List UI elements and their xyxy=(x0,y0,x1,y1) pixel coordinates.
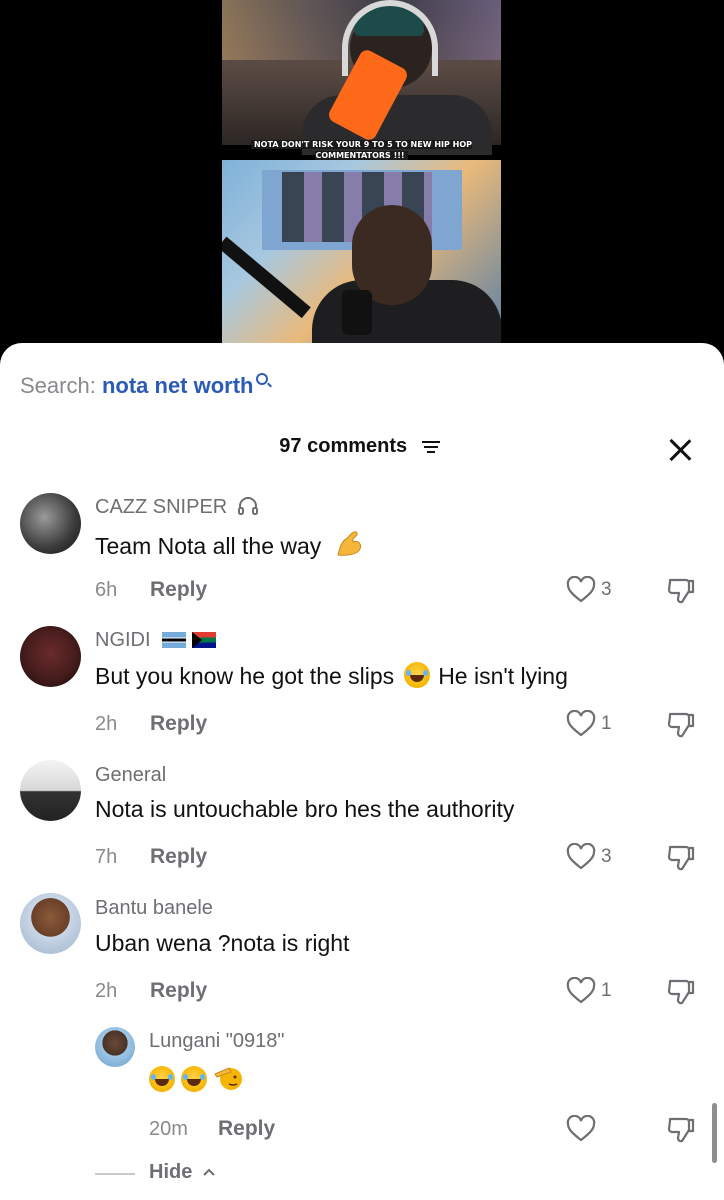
like-button[interactable]: 3 xyxy=(566,576,626,606)
reply-button[interactable]: Reply xyxy=(150,845,207,869)
reply-button[interactable]: Reply xyxy=(150,712,207,736)
comment-text: Team Nota all the way xyxy=(95,529,364,560)
filter-icon[interactable] xyxy=(421,440,440,454)
comment-time: 2h xyxy=(95,713,118,735)
like-button[interactable]: 1 xyxy=(566,977,626,1007)
comment-username[interactable]: NGIDI xyxy=(95,629,216,652)
reply-button[interactable]: Reply xyxy=(150,979,207,1003)
comment-text: But you know he got the slips He isn't ly… xyxy=(95,662,568,689)
reply-username[interactable]: Lungani "0918" xyxy=(149,1030,284,1053)
saluting-face-emoji xyxy=(214,1067,242,1090)
video-thumbnail[interactable]: NOTA DON'T RISK YOUR 9 TO 5 TO NEW HIP H… xyxy=(222,0,501,345)
heart-icon xyxy=(566,576,596,603)
avatar[interactable] xyxy=(95,1027,135,1067)
comments-sheet: Search: nota net worth 97 comments CAZZ … xyxy=(0,343,724,1200)
like-count: 1 xyxy=(601,980,612,1001)
tears-of-joy-emoji xyxy=(404,662,431,688)
dislike-icon[interactable] xyxy=(666,710,696,740)
reply-time: 20m xyxy=(149,1118,188,1140)
avatar[interactable] xyxy=(20,893,81,954)
avatar[interactable] xyxy=(20,760,81,821)
heart-icon xyxy=(566,843,596,870)
dislike-icon[interactable] xyxy=(666,977,696,1007)
like-button[interactable]: 3 xyxy=(566,843,626,873)
like-count: 1 xyxy=(601,713,612,734)
video-caption: NOTA DON'T RISK YOUR 9 TO 5 TO NEW HIP H… xyxy=(234,139,489,161)
chevron-up-icon xyxy=(203,1168,215,1176)
heart-icon xyxy=(566,1115,596,1142)
dislike-icon[interactable] xyxy=(666,1115,696,1145)
comment-text: Nota is untouchable bro hes the authorit… xyxy=(95,796,515,822)
avatar[interactable] xyxy=(20,493,81,554)
scrollbar[interactable] xyxy=(712,1103,717,1163)
tears-of-joy-emoji xyxy=(181,1066,207,1092)
like-button[interactable]: 1 xyxy=(566,710,626,740)
comment-time: 2h xyxy=(95,980,118,1002)
reply-text xyxy=(146,1064,243,1094)
avatar[interactable] xyxy=(20,626,81,687)
dislike-icon[interactable] xyxy=(666,843,696,873)
like-count: 3 xyxy=(601,846,612,867)
reply-button[interactable]: Reply xyxy=(218,1117,275,1141)
video-frame-bottom xyxy=(222,160,501,345)
video-frame-top xyxy=(222,0,501,155)
headphones-icon xyxy=(237,497,258,515)
comment-count: 97 comments xyxy=(279,435,408,457)
search-icon[interactable] xyxy=(255,373,268,385)
comment-text: Uban wena ?nota is right xyxy=(95,930,350,956)
comment-username[interactable]: General xyxy=(95,764,166,787)
comment-time: 6h xyxy=(95,579,118,601)
south-africa-flag-icon xyxy=(191,632,216,648)
comment-time: 7h xyxy=(95,846,118,868)
flexed-biceps-emoji xyxy=(337,531,361,556)
dislike-icon[interactable] xyxy=(666,576,696,606)
heart-icon xyxy=(566,977,596,1004)
tears-of-joy-emoji xyxy=(149,1066,175,1092)
heart-icon xyxy=(566,710,596,737)
botswana-flag-icon xyxy=(162,632,187,648)
comments-header: 97 comments xyxy=(0,435,724,465)
comment-username[interactable]: Bantu banele xyxy=(95,897,213,920)
reply-button[interactable]: Reply xyxy=(150,578,207,602)
search-query[interactable]: nota net worth xyxy=(102,373,254,398)
like-count: 3 xyxy=(601,579,612,600)
microphone xyxy=(342,290,372,335)
comment-username[interactable]: CAZZ SNIPER xyxy=(95,495,259,519)
divider xyxy=(95,1173,135,1175)
hide-replies-button[interactable]: Hide xyxy=(149,1161,216,1184)
search-suggestion[interactable]: Search: nota net worth xyxy=(20,373,268,399)
search-label: Search: xyxy=(20,373,96,398)
like-button[interactable] xyxy=(566,1115,626,1145)
close-icon[interactable] xyxy=(668,438,692,462)
video-area[interactable]: NOTA DON'T RISK YOUR 9 TO 5 TO NEW HIP H… xyxy=(0,0,724,345)
